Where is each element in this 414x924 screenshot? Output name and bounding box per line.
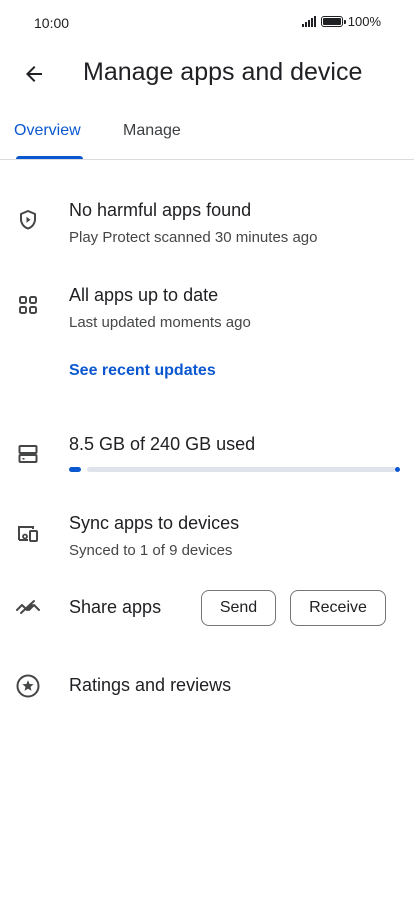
star-circle-icon	[14, 672, 42, 700]
tab-bar: Overview Manage	[0, 102, 414, 160]
apps-grid-icon	[14, 291, 42, 319]
updates-row[interactable]: All apps up to date Last updated moments…	[0, 275, 414, 345]
devices-icon	[14, 519, 42, 547]
storage-title: 8.5 GB of 240 GB used	[69, 434, 256, 454]
sync-row[interactable]: Sync apps to devices Synced to 1 of 9 de…	[0, 503, 414, 573]
updates-title: All apps up to date	[69, 285, 219, 305]
back-button[interactable]	[14, 54, 54, 94]
page-title: Manage apps and device	[83, 58, 363, 86]
storage-icon	[14, 440, 42, 468]
status-bar: 10:00 100%	[0, 0, 414, 46]
app-bar: Manage apps and device	[0, 46, 414, 102]
status-indicators: 100%	[301, 14, 381, 29]
storage-progress-bar	[69, 467, 400, 472]
protect-subtitle: Play Protect scanned 30 minutes ago	[69, 229, 318, 246]
shield-play-icon	[14, 206, 42, 234]
storage-free-track	[87, 467, 396, 472]
share-apps-title: Share apps	[69, 597, 162, 617]
battery-percentage: 100%	[347, 14, 381, 29]
updates-subtitle: Last updated moments ago	[69, 314, 251, 331]
storage-track-end	[395, 467, 400, 472]
storage-used-fill	[69, 467, 81, 472]
sync-title: Sync apps to devices	[69, 513, 240, 533]
receive-button[interactable]: Receive	[290, 590, 386, 626]
share-apps-icon	[14, 594, 42, 622]
status-time: 10:00	[34, 15, 70, 31]
send-button[interactable]: Send	[201, 590, 276, 626]
ratings-row[interactable]: Ratings and reviews	[0, 665, 414, 707]
sync-subtitle: Synced to 1 of 9 devices	[69, 542, 233, 559]
tab-indicator	[16, 156, 83, 159]
storage-row[interactable]: 8.5 GB of 240 GB used	[0, 425, 414, 485]
ratings-title: Ratings and reviews	[69, 675, 232, 695]
play-protect-row[interactable]: No harmful apps found Play Protect scann…	[0, 190, 414, 260]
see-recent-updates-link[interactable]: See recent updates	[69, 362, 216, 380]
signal-icon	[301, 16, 316, 27]
tab-manage[interactable]: Manage	[123, 122, 181, 140]
protect-title: No harmful apps found	[69, 200, 252, 220]
battery-icon	[320, 16, 346, 27]
tab-overview[interactable]: Overview	[14, 122, 81, 140]
arrow-back-icon	[26, 66, 42, 82]
